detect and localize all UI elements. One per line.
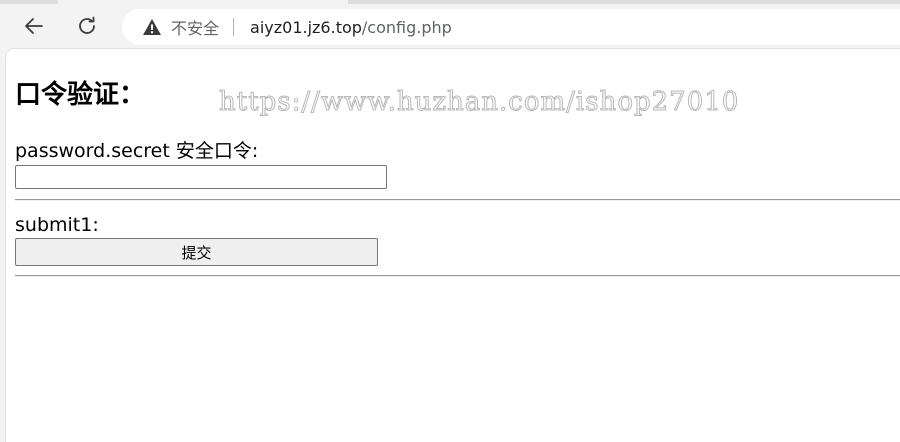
warning-icon[interactable] <box>142 17 162 37</box>
browser-window: 不安全 aiyz01.jz6.top/config.php 口令验证： http… <box>0 0 900 442</box>
security-status[interactable]: 不安全 <box>171 15 219 39</box>
password-label: password.secret 安全口令: <box>15 140 259 162</box>
address-bar[interactable]: 不安全 aiyz01.jz6.top/config.php <box>122 9 900 45</box>
divider <box>15 199 900 201</box>
submit-button[interactable]: 提交 <box>15 238 378 266</box>
page-title: 口令验证： <box>15 80 146 110</box>
reload-icon <box>79 16 95 34</box>
address-divider <box>233 18 235 36</box>
submit-label: submit1: <box>15 214 99 236</box>
url-path: /config.php <box>361 17 452 37</box>
arrow-left-icon <box>25 18 43 34</box>
url-host: aiyz01.jz6.top <box>250 17 362 37</box>
reload-button[interactable] <box>71 10 103 42</box>
divider <box>15 275 900 277</box>
watermark-text: https://www.huzhan.com/ishop27010 <box>218 87 740 118</box>
page-viewport: 口令验证： https://www.huzhan.com/ishop27010 … <box>6 49 900 442</box>
back-button[interactable] <box>18 10 50 42</box>
browser-toolbar: 不安全 aiyz01.jz6.top/config.php <box>0 4 900 48</box>
password-input[interactable] <box>15 165 387 189</box>
